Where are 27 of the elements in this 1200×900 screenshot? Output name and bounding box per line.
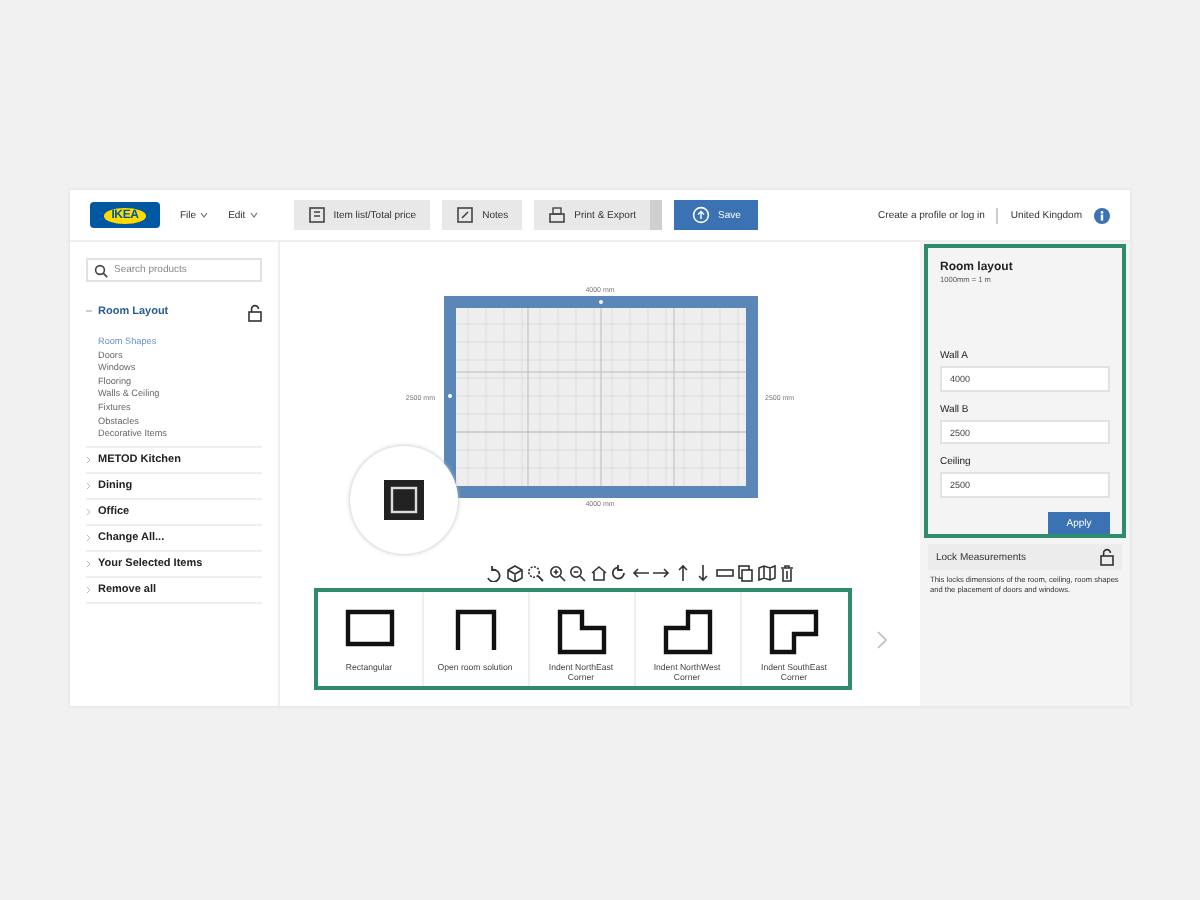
cloud-upload-icon bbox=[692, 206, 711, 224]
arrow-left-icon[interactable] bbox=[631, 563, 649, 581]
caret-icon bbox=[200, 212, 209, 218]
search-icon bbox=[94, 264, 108, 278]
zoom-fit-icon[interactable] bbox=[526, 563, 544, 581]
undo-icon[interactable] bbox=[610, 563, 628, 581]
lock-icon bbox=[1100, 548, 1114, 566]
arrow-down-icon[interactable] bbox=[694, 563, 712, 581]
ruler-icon[interactable] bbox=[715, 563, 733, 581]
zoom-in-icon[interactable] bbox=[547, 563, 565, 581]
lock-icon bbox=[248, 303, 262, 321]
room-floor-plan[interactable] bbox=[443, 296, 757, 498]
cube-icon[interactable] bbox=[505, 563, 523, 581]
caret-icon bbox=[249, 212, 258, 218]
zoom-out-icon[interactable] bbox=[568, 563, 586, 581]
map-icon[interactable] bbox=[757, 563, 775, 581]
printer-icon bbox=[548, 206, 567, 224]
rotate-icon[interactable] bbox=[484, 563, 502, 581]
copy-icon[interactable] bbox=[736, 563, 754, 581]
rectangle-room-icon bbox=[384, 480, 424, 520]
trash-icon[interactable] bbox=[778, 563, 796, 581]
home-icon[interactable] bbox=[589, 563, 607, 581]
arrow-up-icon[interactable] bbox=[673, 563, 691, 581]
list-price-icon bbox=[307, 206, 326, 224]
room-shape-icon bbox=[764, 604, 824, 658]
arrow-right-icon[interactable] bbox=[652, 563, 670, 581]
notes-icon bbox=[456, 206, 475, 224]
